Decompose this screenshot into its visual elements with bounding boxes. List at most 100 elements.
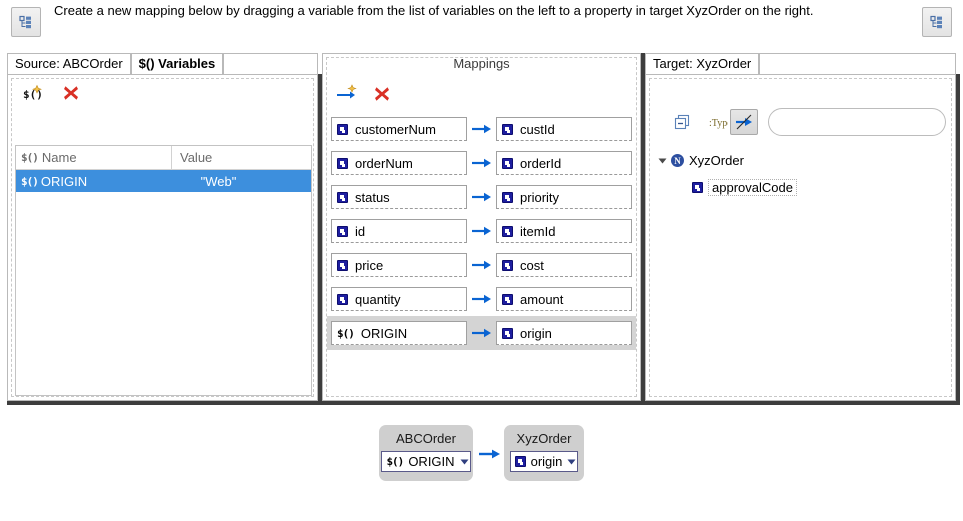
mapping-source-field[interactable]: orderNum xyxy=(331,151,467,175)
diagram-source-field[interactable]: $() ORIGIN xyxy=(381,451,471,472)
collapse-all-button[interactable] xyxy=(668,109,696,135)
mappings-list: customerNum custId orderNum orderId stat… xyxy=(327,112,636,350)
target-search-input[interactable] xyxy=(778,115,945,129)
collapse-all-icon xyxy=(674,114,690,130)
mapping-source-label: orderNum xyxy=(355,155,413,171)
mapping-target-field[interactable]: itemId xyxy=(496,219,632,243)
mapping-target-field[interactable]: origin xyxy=(496,321,632,345)
mapping-row[interactable]: customerNum custId xyxy=(327,112,636,146)
mapping-row[interactable]: id itemId xyxy=(327,214,636,248)
property-icon xyxy=(692,182,703,193)
mapping-arrow xyxy=(467,293,496,305)
property-icon xyxy=(337,293,348,305)
variables-panel-body: $() $() Name Value $() ORIGIN "Web" xyxy=(7,74,318,401)
variables-empty-area[interactable] xyxy=(16,192,311,395)
variable-name-label: ORIGIN xyxy=(40,173,88,189)
mapping-diagram: ABCOrder $() ORIGIN XyzOrder origin xyxy=(0,405,963,521)
mapping-source-field[interactable]: status xyxy=(331,185,467,209)
mapping-target-label: priority xyxy=(520,189,560,205)
mappings-title: Mappings xyxy=(453,56,510,71)
mapping-target-field[interactable]: priority xyxy=(496,185,632,209)
diagram-source-title: ABCOrder xyxy=(396,431,456,446)
variable-icon: $() xyxy=(21,151,39,164)
tree-outline-button-right[interactable] xyxy=(922,7,952,37)
property-icon xyxy=(502,327,514,339)
tab-source-abcorder[interactable]: Source: ABCOrder xyxy=(7,53,131,74)
mapping-target-field[interactable]: cost xyxy=(496,253,632,277)
property-icon xyxy=(502,225,514,237)
right-arrow-icon xyxy=(471,328,491,338)
add-variable-icon: $() xyxy=(23,84,43,101)
variables-table-header: $() Name Value xyxy=(16,146,311,170)
svg-text::Type: :Type xyxy=(709,118,728,129)
target-tabstrip: Target: XyzOrder xyxy=(645,53,956,74)
property-icon xyxy=(502,157,514,169)
mapping-row[interactable]: price cost xyxy=(327,248,636,282)
mapping-source-field[interactable]: price xyxy=(331,253,467,277)
diagram-source-field-label: ORIGIN xyxy=(408,454,455,469)
variable-icon: $() xyxy=(386,455,404,468)
mapping-row[interactable]: $() ORIGIN origin xyxy=(327,316,636,350)
mapping-source-field[interactable]: quantity xyxy=(331,287,467,311)
tree-item-approvalcode[interactable]: approvalCode xyxy=(692,179,797,196)
mapping-row[interactable]: orderNum orderId xyxy=(327,146,636,180)
diagram-target-title: XyzOrder xyxy=(516,431,572,446)
column-header-value-label: Value xyxy=(180,150,213,165)
table-row[interactable]: $() ORIGIN "Web" xyxy=(16,170,311,192)
mapping-target-field[interactable]: custId xyxy=(496,117,632,141)
mapping-arrow xyxy=(467,327,496,339)
property-icon xyxy=(337,157,348,169)
tree-outline-button-left[interactable] xyxy=(11,7,41,37)
chevron-down-icon[interactable] xyxy=(460,459,469,464)
property-icon xyxy=(514,456,526,467)
tree-outline-icon xyxy=(930,15,942,29)
mapping-source-label: ORIGIN xyxy=(360,325,408,341)
chevron-down-icon[interactable] xyxy=(658,158,667,163)
mapping-arrow xyxy=(467,259,496,271)
mapping-target-field[interactable]: amount xyxy=(496,287,632,311)
add-variable-button[interactable]: $() xyxy=(23,83,45,103)
column-header-value: Value xyxy=(172,146,311,169)
tree-item-xyzorder[interactable]: N XyzOrder xyxy=(658,153,744,168)
delete-variable-button[interactable] xyxy=(60,82,82,104)
mapping-target-label: orderId xyxy=(520,155,562,171)
target-search-box[interactable] xyxy=(768,108,946,136)
mapping-row[interactable]: quantity amount xyxy=(327,282,636,316)
source-tabstrip: Source: ABCOrder $() Variables xyxy=(7,53,318,74)
diagram-target-field[interactable]: origin xyxy=(509,451,579,472)
tabstrip-filler xyxy=(759,53,956,74)
property-icon xyxy=(337,123,348,135)
panel-shadow-right xyxy=(956,74,960,404)
hide-mapped-properties-icon xyxy=(736,114,752,130)
diagram-target-node[interactable]: XyzOrder origin xyxy=(504,425,584,481)
mapping-source-field[interactable]: id xyxy=(331,219,467,243)
property-icon xyxy=(502,259,514,271)
mapping-source-label: customerNum xyxy=(355,121,436,137)
mapping-target-label: cost xyxy=(520,257,544,273)
variables-table: $() Name Value $() ORIGIN "Web" xyxy=(15,145,312,396)
mapping-arrow xyxy=(467,225,496,237)
mapping-target-label: custId xyxy=(520,121,555,137)
chevron-down-icon[interactable] xyxy=(567,459,576,464)
delete-mapping-button[interactable] xyxy=(371,83,393,105)
class-icon: N xyxy=(671,154,684,167)
tab-variables[interactable]: $() Variables xyxy=(130,53,224,74)
mapping-source-field[interactable]: customerNum xyxy=(331,117,467,141)
show-types-button[interactable]: :Type xyxy=(704,109,732,135)
right-arrow-icon xyxy=(471,260,491,270)
property-icon xyxy=(337,191,348,203)
variable-name-cell: $() ORIGIN xyxy=(16,174,172,189)
mapping-source-field[interactable]: $() ORIGIN xyxy=(331,321,467,345)
mapping-target-label: amount xyxy=(520,291,564,307)
mapping-source-label: price xyxy=(355,257,384,273)
variable-icon: $() xyxy=(337,326,355,340)
add-mapping-button[interactable] xyxy=(336,83,360,103)
mapping-target-field[interactable]: orderId xyxy=(496,151,632,175)
diagram-source-node[interactable]: ABCOrder $() ORIGIN xyxy=(379,425,473,481)
property-icon xyxy=(502,293,514,305)
mapping-row[interactable]: status priority xyxy=(327,180,636,214)
mapping-source-label: id xyxy=(355,223,366,239)
instruction-text: Create a new mapping below by dragging a… xyxy=(54,3,814,18)
hide-mapped-properties-button[interactable] xyxy=(730,109,758,135)
tab-target-xyzorder[interactable]: Target: XyzOrder xyxy=(645,53,760,74)
